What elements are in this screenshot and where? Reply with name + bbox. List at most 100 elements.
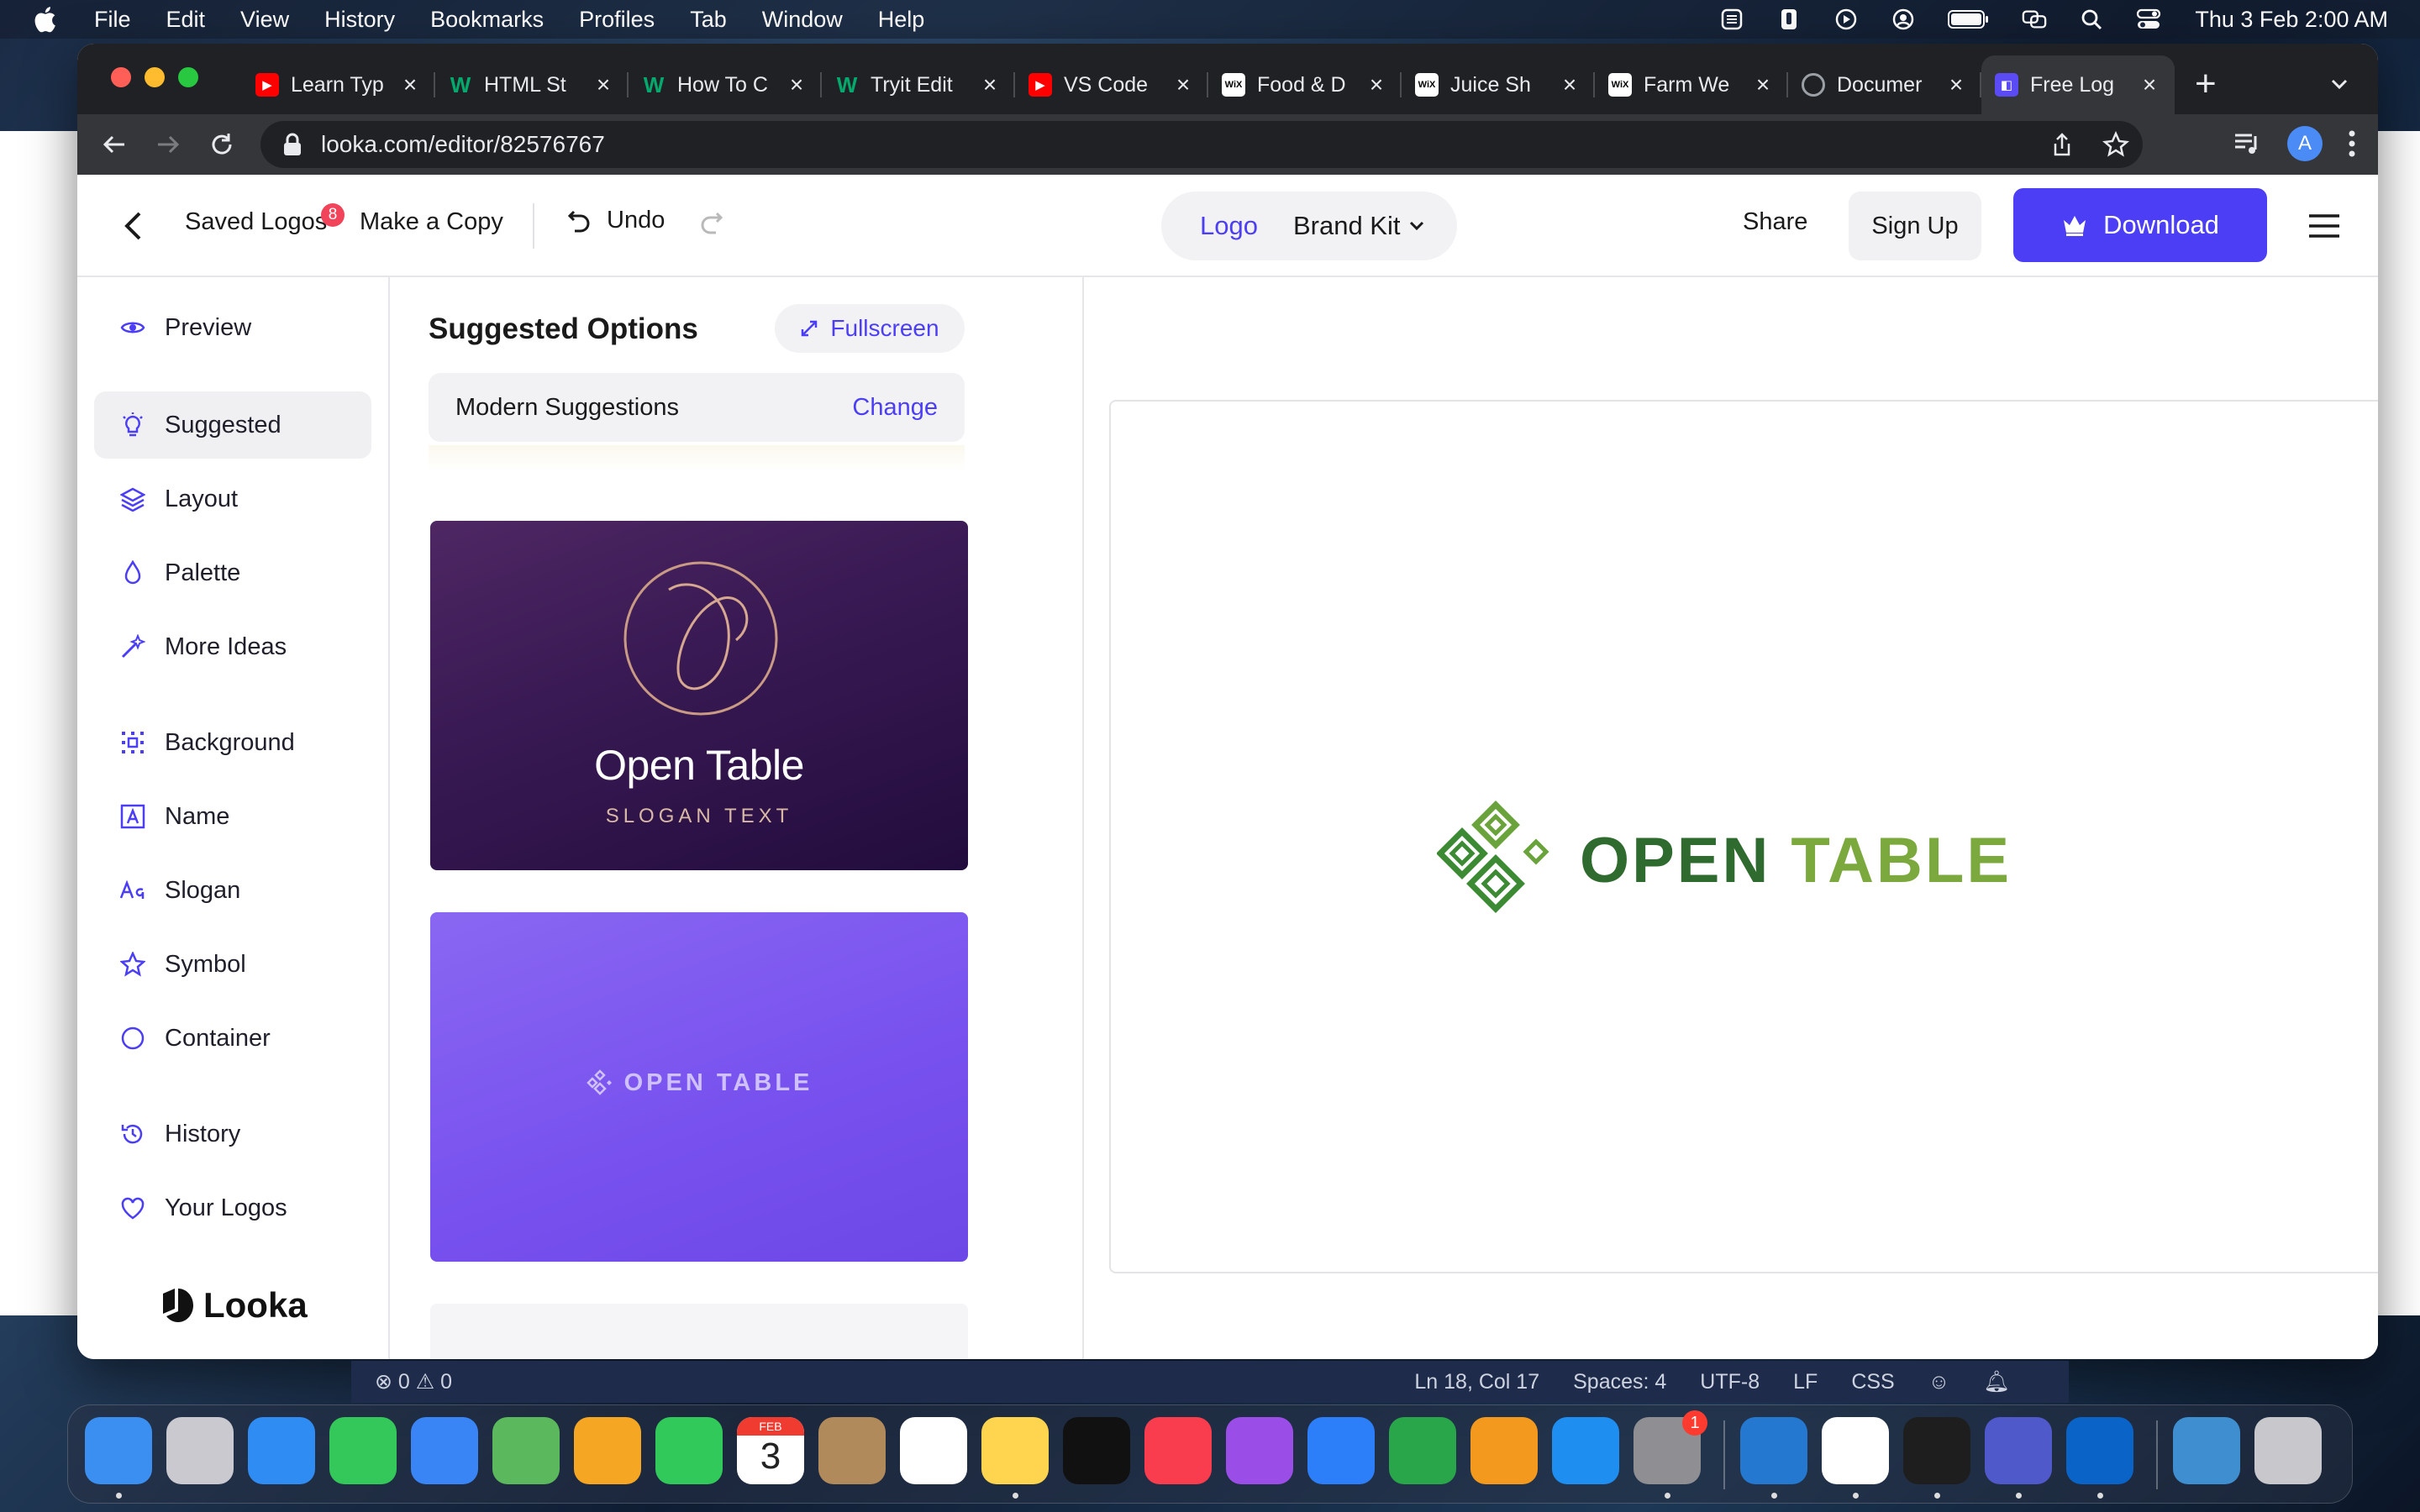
apple-logo-icon[interactable] — [32, 5, 57, 34]
browser-tab[interactable]: W HTML St × — [435, 55, 629, 114]
dock-maps-icon[interactable] — [492, 1417, 560, 1484]
dock-finder-icon[interactable] — [85, 1417, 152, 1484]
dock-outlook-icon[interactable] — [2066, 1417, 2133, 1484]
sidebar-item-your-logos[interactable]: Your Logos — [94, 1174, 371, 1242]
dock-messages-icon[interactable] — [329, 1417, 397, 1484]
browser-tab[interactable]: WiX Farm We × — [1595, 55, 1788, 114]
back-arrow-icon[interactable] — [97, 128, 131, 161]
share-page-icon[interactable] — [2049, 131, 2075, 158]
encoding[interactable]: UTF-8 — [1700, 1370, 1760, 1394]
dock-pages-icon[interactable] — [1470, 1417, 1538, 1484]
close-tab-icon[interactable]: × — [398, 73, 422, 97]
dock-trash-icon[interactable] — [2254, 1417, 2322, 1484]
minimize-window-button[interactable] — [145, 67, 165, 87]
menu-history[interactable]: History — [324, 7, 395, 33]
language-mode[interactable]: CSS — [1851, 1370, 1894, 1394]
menu-window[interactable]: Window — [762, 7, 843, 33]
sidebar-item-container[interactable]: Container — [94, 1005, 371, 1072]
browser-tab[interactable]: W Tryit Edit × — [822, 55, 1015, 114]
menu-bookmarks[interactable]: Bookmarks — [430, 7, 544, 33]
menu-profiles[interactable]: Profiles — [579, 7, 655, 33]
close-tab-icon[interactable]: × — [1365, 73, 1388, 97]
menu-tab[interactable]: Tab — [690, 7, 727, 33]
lock-icon[interactable] — [282, 133, 302, 156]
browser-tab[interactable]: ▶ VS Code × — [1015, 55, 1208, 114]
dock-terminal-icon[interactable] — [1903, 1417, 1970, 1484]
address-bar[interactable]: looka.com/editor/82576767 — [260, 121, 2143, 168]
share-button[interactable]: Share — [1743, 208, 1807, 236]
sidebar-item-history[interactable]: History — [94, 1100, 371, 1168]
dock-vs-code-icon[interactable] — [1740, 1417, 1807, 1484]
menu-edit[interactable]: Edit — [166, 7, 206, 33]
clipboard-icon[interactable] — [1776, 8, 1802, 30]
dock-music-icon[interactable] — [1144, 1417, 1212, 1484]
close-tab-icon[interactable]: × — [1944, 73, 1968, 97]
close-tab-icon[interactable]: × — [2138, 73, 2161, 97]
reload-icon[interactable] — [205, 128, 239, 161]
close-tab-icon[interactable]: × — [592, 73, 615, 97]
download-button[interactable]: Download — [2013, 188, 2267, 262]
browser-tab[interactable]: WiX Juice Sh × — [1402, 55, 1595, 114]
tab-brand-kit[interactable]: Brand Kit — [1293, 211, 1426, 241]
close-tab-icon[interactable]: × — [1171, 73, 1195, 97]
suggestion-card-1[interactable]: Open Table SLOGAN TEXT — [430, 521, 968, 870]
suggestion-card-3[interactable] — [430, 1304, 968, 1359]
cursor-position[interactable]: Ln 18, Col 17 — [1414, 1370, 1539, 1394]
dock-teams-icon[interactable] — [1985, 1417, 2052, 1484]
sidebar-item-background[interactable]: Background — [94, 709, 371, 776]
dock-chrome-icon[interactable] — [1822, 1417, 1889, 1484]
tab-logo[interactable]: Logo — [1200, 211, 1258, 241]
browser-tab[interactable]: W How To C × — [629, 55, 822, 114]
feedback-icon[interactable]: ☺ — [1928, 1370, 1950, 1394]
dock-photos-icon[interactable] — [574, 1417, 641, 1484]
make-a-copy-button[interactable]: Make a Copy — [360, 208, 503, 236]
suggestion-card-2[interactable]: OPEN TABLE — [430, 912, 968, 1262]
hamburger-menu-icon[interactable] — [2307, 213, 2341, 239]
indentation[interactable]: Spaces: 4 — [1573, 1370, 1666, 1394]
dock-facetime-icon[interactable] — [655, 1417, 723, 1484]
sidebar-item-suggested[interactable]: Suggested — [94, 391, 371, 459]
forward-arrow-icon[interactable] — [151, 128, 185, 161]
dock-podcasts-icon[interactable] — [1226, 1417, 1293, 1484]
dock-launchpad-icon[interactable] — [166, 1417, 234, 1484]
line-ending[interactable]: LF — [1793, 1370, 1818, 1394]
maximize-window-button[interactable] — [178, 67, 198, 87]
close-tab-icon[interactable]: × — [1751, 73, 1775, 97]
dock-mail-icon[interactable] — [411, 1417, 478, 1484]
saved-logos-link[interactable]: Saved Logos — [185, 208, 327, 236]
sidebar-item-palette[interactable]: Palette — [94, 539, 371, 606]
new-tab-button[interactable]: + — [2195, 66, 2217, 102]
close-tab-icon[interactable]: × — [978, 73, 1002, 97]
browser-tab[interactable]: ▶ Learn Typ × — [242, 55, 435, 114]
dock-reminders-icon[interactable] — [900, 1417, 967, 1484]
sidebar-item-slogan[interactable]: Slogan — [94, 857, 371, 924]
fullscreen-button[interactable]: Fullscreen — [775, 304, 965, 353]
dock-notes-icon[interactable] — [981, 1417, 1049, 1484]
bookmark-star-icon[interactable] — [2102, 131, 2129, 158]
sidebar-item-more-ideas[interactable]: More Ideas — [94, 613, 371, 680]
back-chevron-icon[interactable] — [119, 210, 148, 242]
battery-icon[interactable] — [1948, 8, 1990, 30]
play-icon[interactable] — [1833, 8, 1859, 30]
chrome-menu-icon[interactable] — [2348, 129, 2356, 158]
redo-icon[interactable] — [699, 210, 723, 235]
dock-safari-icon[interactable] — [248, 1417, 315, 1484]
url-text[interactable]: looka.com/editor/82576767 — [321, 131, 605, 158]
close-tab-icon[interactable]: × — [785, 73, 808, 97]
sidebar-item-preview[interactable]: Preview — [94, 294, 371, 361]
browser-tab[interactable]: WiX Food & D × — [1208, 55, 1402, 114]
control-center-icon[interactable] — [2136, 8, 2161, 30]
sidebar-item-name[interactable]: Name — [94, 783, 371, 850]
user-account-icon[interactable] — [1891, 8, 1916, 30]
dock-system-preferences-icon[interactable]: 1 — [1634, 1410, 1707, 1484]
media-queue-icon[interactable] — [2233, 131, 2262, 156]
profile-avatar[interactable]: A — [2287, 126, 2323, 161]
dock-calendar-icon[interactable]: FEB 3 — [737, 1417, 804, 1484]
close-tab-icon[interactable]: × — [1558, 73, 1581, 97]
change-category-button[interactable]: Change — [852, 394, 938, 422]
dock-contacts-icon[interactable] — [818, 1417, 886, 1484]
browser-tab[interactable]: Documer × — [1788, 55, 1981, 114]
sign-up-button[interactable]: Sign Up — [1849, 192, 1981, 260]
menubar-clock[interactable]: Thu 3 Feb 2:00 AM — [2195, 7, 2388, 33]
undo-button[interactable]: Undo — [568, 207, 665, 234]
